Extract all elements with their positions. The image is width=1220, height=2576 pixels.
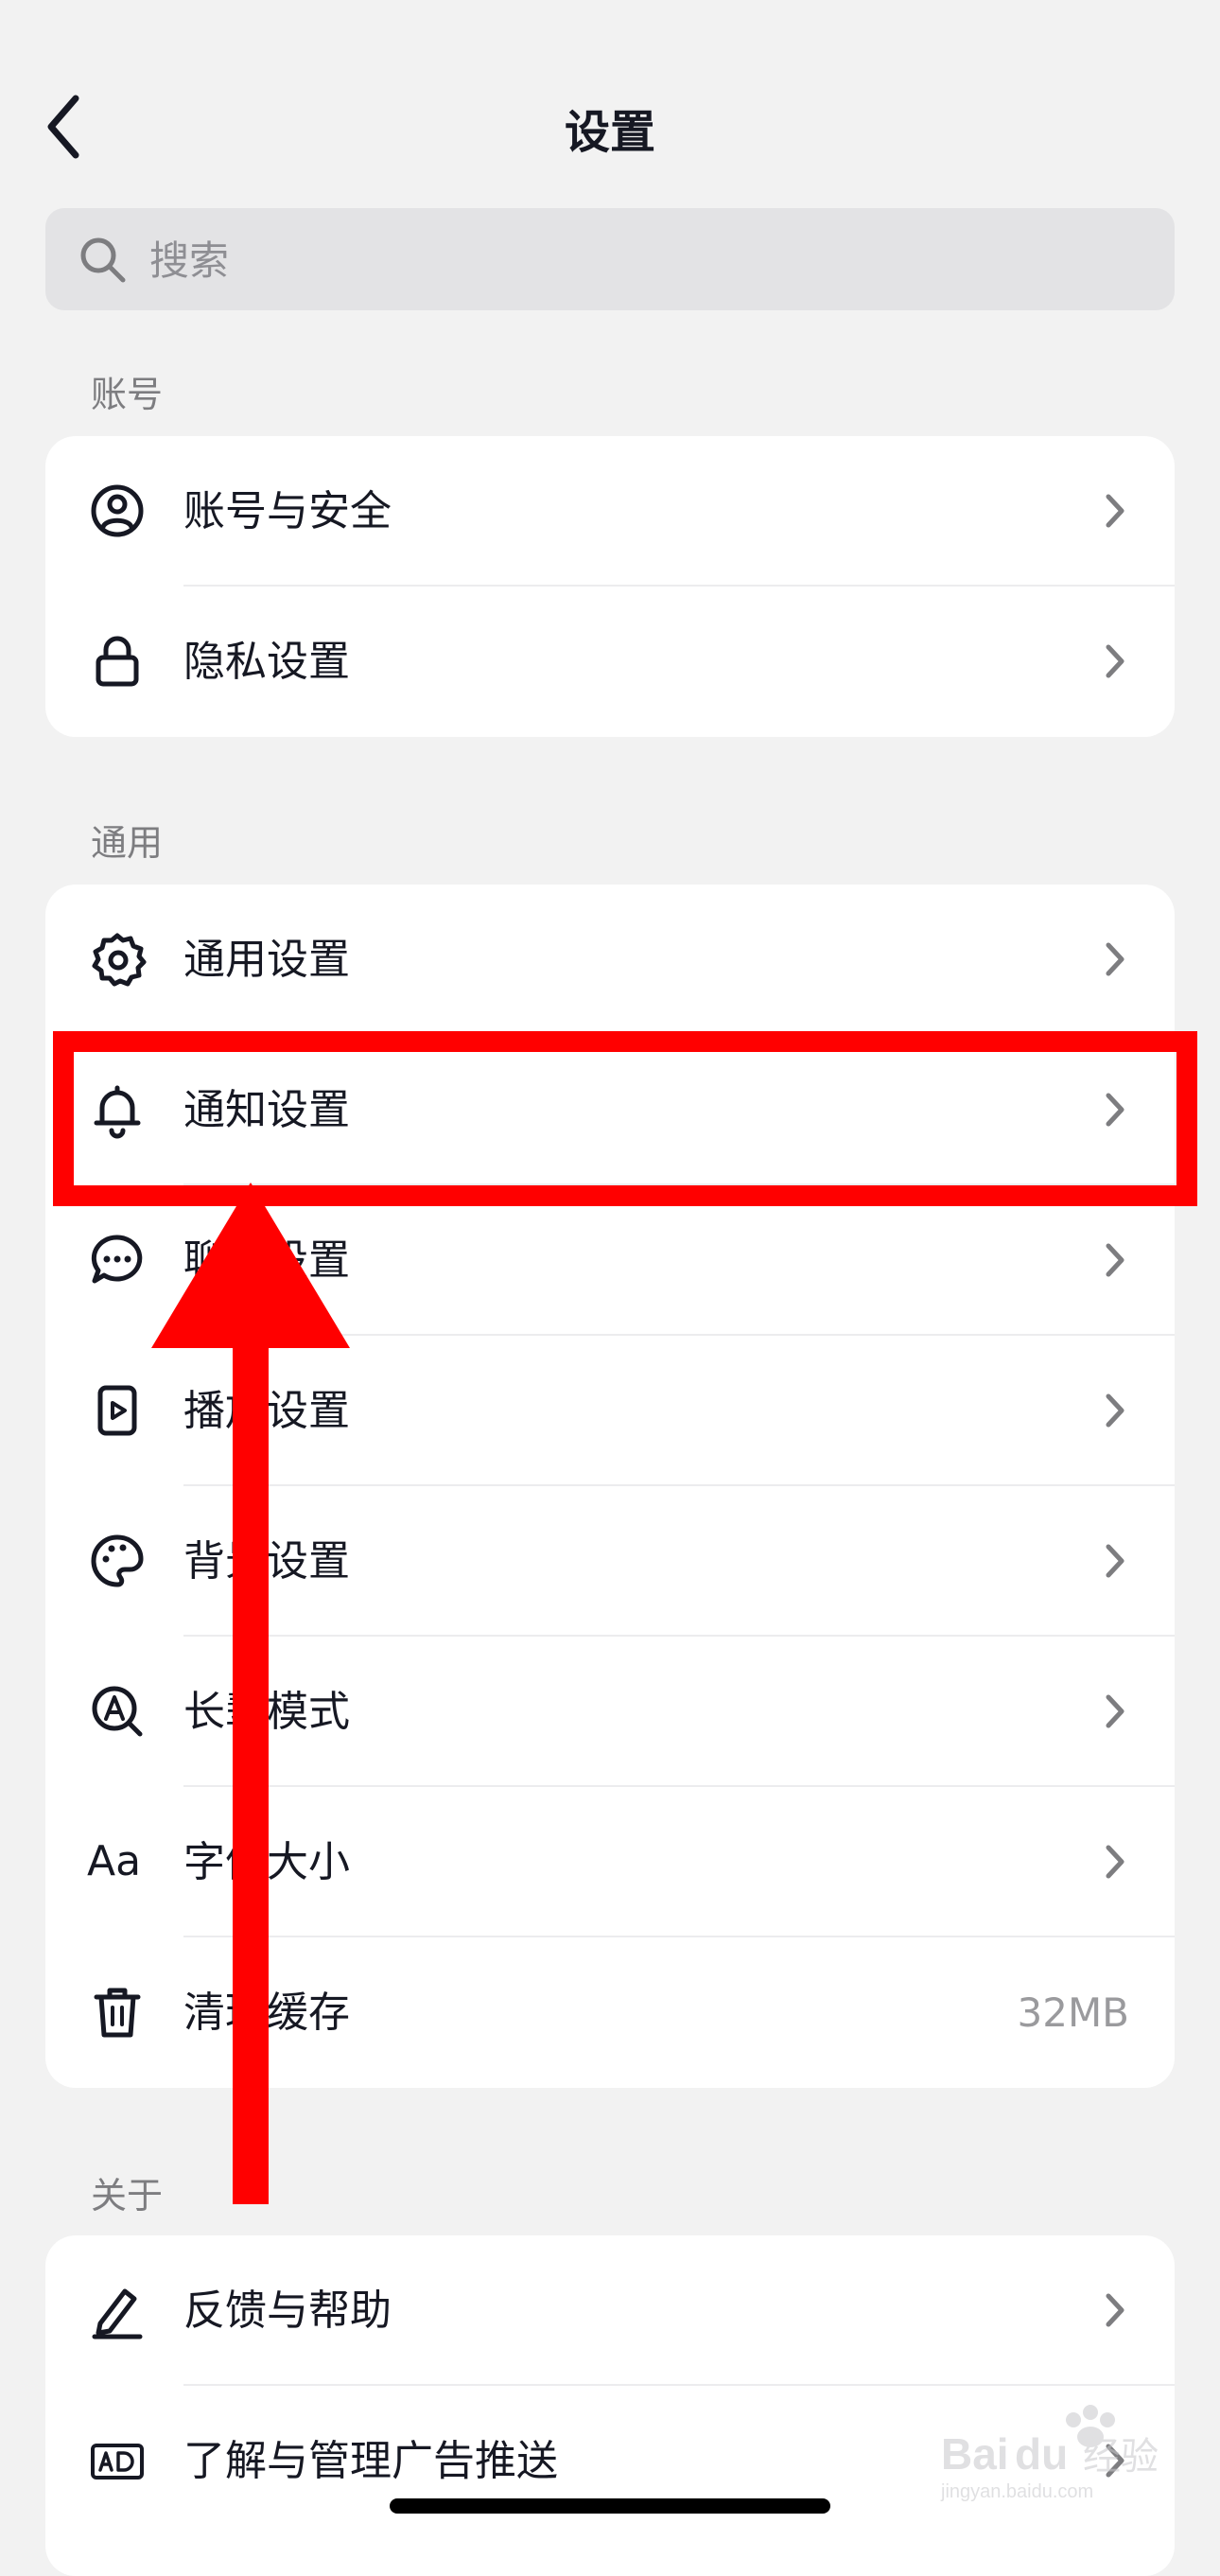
row-font-size[interactable]: Aa 字体大小: [45, 1787, 1175, 1937]
baidu-watermark-logo: Bai du 经验 jingyan.baidu.com: [940, 2405, 1159, 2502]
palette-icon: [91, 1534, 144, 1587]
row-notification-settings[interactable]: 通知设置: [45, 1035, 1175, 1185]
cache-size-value: 32MB: [1017, 1989, 1130, 2036]
text-size-icon: Aa: [87, 1837, 142, 1885]
bell-icon: [94, 1085, 141, 1139]
chevron-right-icon: [1106, 1845, 1124, 1879]
user-circle-icon: [91, 484, 144, 537]
svg-text:du: du: [1015, 2429, 1068, 2479]
pencil-icon: [92, 2288, 143, 2339]
play-file-icon: [97, 1385, 137, 1436]
ad-badge-icon: [91, 2444, 144, 2480]
general-card: 通用设置 通知设置 聊天设置 播放设置 背景设置 长辈模式 Aa 字体大小 清理…: [45, 885, 1175, 2088]
row-label: 清理缓存: [183, 1989, 350, 2037]
row-feedback-help[interactable]: 反馈与帮助: [45, 2235, 1175, 2386]
row-privacy[interactable]: 隐私设置: [45, 587, 1175, 737]
row-elder-mode[interactable]: 长辈模式: [45, 1637, 1175, 1787]
row-account-security[interactable]: 账号与安全: [45, 436, 1175, 587]
chevron-right-icon: [1106, 1393, 1124, 1428]
search-input[interactable]: [148, 208, 1097, 312]
row-label: 字体大小: [183, 1838, 350, 1886]
section-label-account: 账号: [91, 374, 164, 415]
top-bar: 设置: [0, 66, 1220, 180]
chevron-right-icon: [1106, 1694, 1124, 1728]
font-zoom-icon: [92, 1686, 143, 1737]
chat-bubble-icon: [91, 1235, 143, 1284]
row-label: 通知设置: [183, 1086, 350, 1134]
row-general-settings[interactable]: 通用设置: [45, 885, 1175, 1035]
section-label-about: 关于: [91, 2175, 164, 2217]
row-label: 聊天设置: [183, 1236, 350, 1285]
row-label: 背景设置: [183, 1537, 350, 1586]
chevron-right-icon: [1106, 942, 1124, 976]
page-title: 设置: [564, 106, 655, 159]
chevron-right-icon: [1106, 1093, 1124, 1127]
row-label: 账号与安全: [183, 487, 392, 535]
row-clear-cache[interactable]: 清理缓存 32MB: [45, 1937, 1175, 2088]
row-label: 播放设置: [183, 1387, 350, 1435]
chevron-right-icon: [1106, 1544, 1124, 1578]
chevron-right-icon: [1106, 494, 1124, 528]
row-chat-settings[interactable]: 聊天设置: [45, 1185, 1175, 1336]
row-label: 隐私设置: [183, 638, 350, 686]
row-background-settings[interactable]: 背景设置: [45, 1486, 1175, 1637]
home-indicator: [390, 2498, 830, 2514]
section-label-general: 通用: [91, 822, 164, 864]
svg-text:Bai: Bai: [941, 2429, 1009, 2479]
svg-text:jingyan.baidu.com: jingyan.baidu.com: [940, 2481, 1093, 2502]
lock-icon: [96, 636, 139, 687]
row-playback-settings[interactable]: 播放设置: [45, 1336, 1175, 1486]
row-label: 反馈与帮助: [183, 2287, 392, 2335]
row-label: 通用设置: [183, 936, 350, 984]
chevron-right-icon: [1106, 1243, 1124, 1277]
svg-text:经验: 经验: [1083, 2435, 1159, 2479]
row-label: 长辈模式: [183, 1688, 350, 1736]
search-icon: [80, 237, 126, 283]
trash-icon: [94, 1988, 141, 2038]
chevron-right-icon: [1106, 644, 1124, 678]
account-card: 账号与安全 隐私设置: [45, 436, 1175, 737]
row-label: 了解与管理广告推送: [183, 2437, 558, 2485]
search-bar[interactable]: [45, 208, 1175, 312]
gear-icon: [92, 933, 147, 987]
chevron-right-icon: [1106, 2293, 1124, 2327]
